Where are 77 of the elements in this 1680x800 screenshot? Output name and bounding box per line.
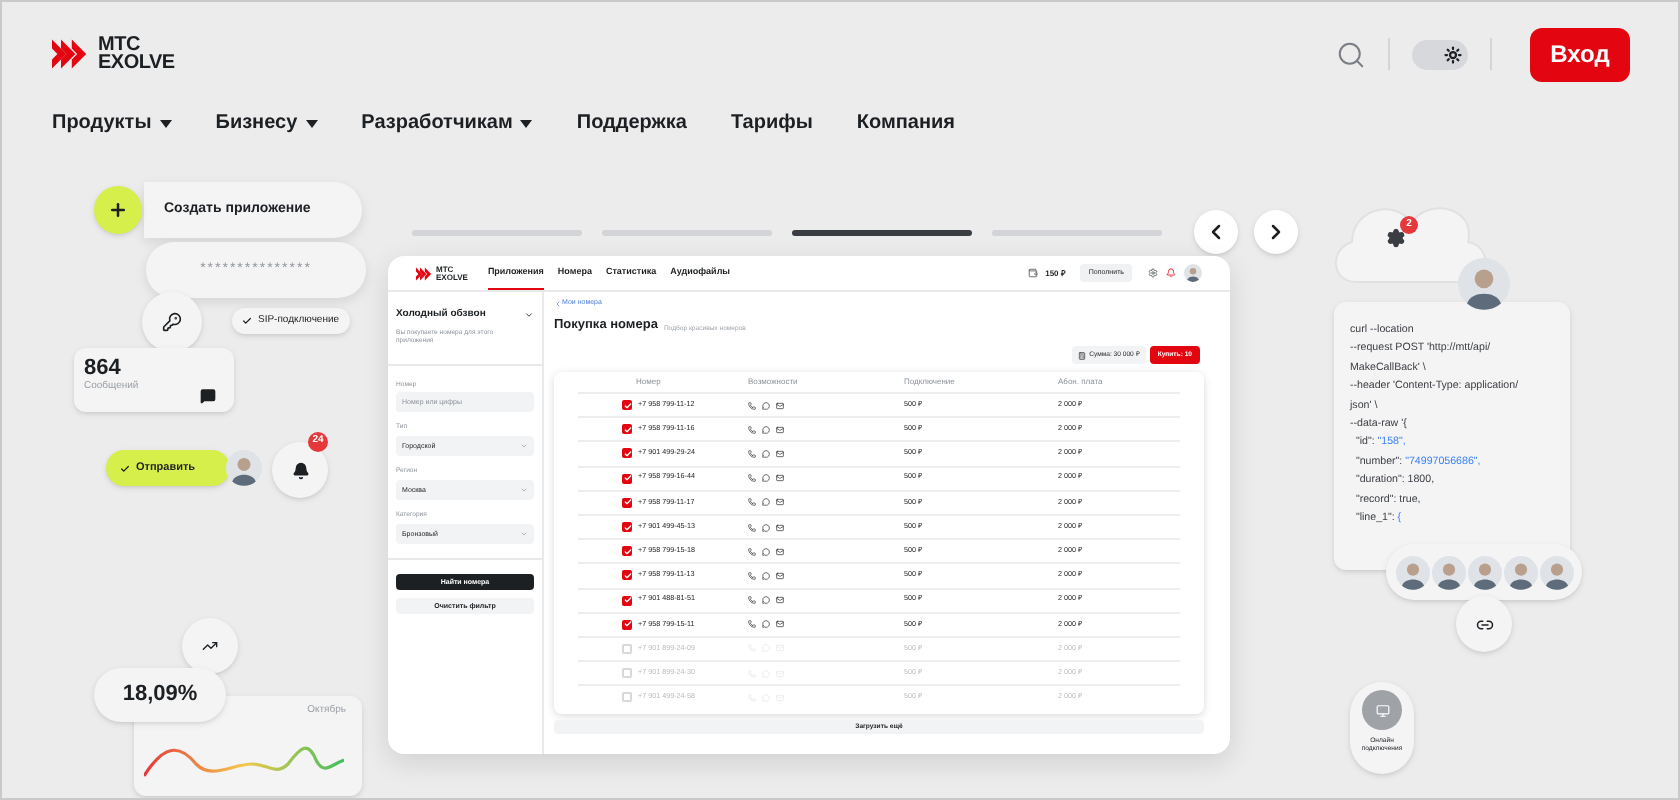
avatar [1539,555,1573,589]
check-icon [120,463,130,473]
caret-icon [159,119,172,127]
message-icon [762,474,770,483]
mail-icon [776,596,784,605]
mail-icon [776,523,784,532]
monitor-icon [1375,703,1389,717]
theme-toggle[interactable] [1412,39,1468,69]
logo-icon [416,265,432,281]
chart-icon [202,638,218,654]
login-button[interactable]: Вход [1530,27,1630,81]
link-icon [1475,615,1493,633]
caret-icon [520,119,533,127]
message-icon [762,547,770,556]
message-icon [762,425,770,434]
mail-icon [776,474,784,483]
next-button[interactable] [1254,210,1298,254]
bell-icon[interactable] [1166,268,1176,278]
phone-icon [748,523,756,532]
avatar [1395,555,1429,589]
message-icon [762,523,770,532]
messages-count: 864 [84,356,123,380]
previous-button[interactable] [1194,210,1238,254]
logo-text: МТС [98,36,140,54]
settings-icon [1386,228,1406,248]
chevron-icon[interactable] [524,310,534,321]
message-icon [762,401,770,410]
row-checkbox[interactable] [622,692,632,703]
nav-link[interactable]: Компания [856,108,956,138]
phone-icon [748,474,756,483]
message-icon [762,571,770,580]
nav-link[interactable]: Бизнесу [215,108,298,138]
row-checkbox[interactable] [622,643,632,654]
avatar [226,450,262,486]
phone-icon [748,596,756,605]
mail-icon [776,620,784,629]
avatar [1458,258,1510,310]
message-icon [762,620,770,629]
avatar [1503,555,1537,589]
nav-link[interactable]: Тарифы [730,108,813,138]
phone-icon [748,449,756,458]
avatar [1431,555,1465,589]
phone-icon [748,401,756,410]
phone-icon [748,547,756,556]
chat-icon [200,388,216,404]
row-checkbox[interactable] [622,668,632,679]
nav-link[interactable]: Продукты [52,108,152,138]
mail-icon [776,449,784,458]
nav-link[interactable]: Поддержка [576,108,687,138]
phone-icon [748,498,756,507]
percent-pill: 18,09% [94,668,226,722]
nav-link[interactable]: Разработчикам [361,108,513,138]
logo-text: EXOLVE [98,54,175,72]
phone-icon [748,620,756,629]
avatar [1467,555,1501,589]
avatar [1184,264,1202,282]
phone-icon [748,425,756,434]
message-icon [762,498,770,507]
message-icon [762,596,770,605]
calculator-icon [1077,351,1086,359]
mail-icon [776,547,784,556]
phone-icon [748,571,756,580]
plus-icon[interactable] [94,186,142,234]
wallet-icon [1027,268,1038,278]
mail-icon [776,498,784,507]
search-icon[interactable] [1336,39,1366,69]
caret-icon [305,119,318,127]
mail-icon [776,571,784,580]
message-icon [762,449,770,458]
check-icon [242,316,252,326]
mail-icon [776,401,784,410]
sun-icon [1444,45,1462,63]
logo-icon [52,36,88,72]
key-icon [162,312,182,332]
settings-icon[interactable] [1148,268,1158,278]
mail-icon [776,425,784,434]
bell-icon [291,461,309,479]
